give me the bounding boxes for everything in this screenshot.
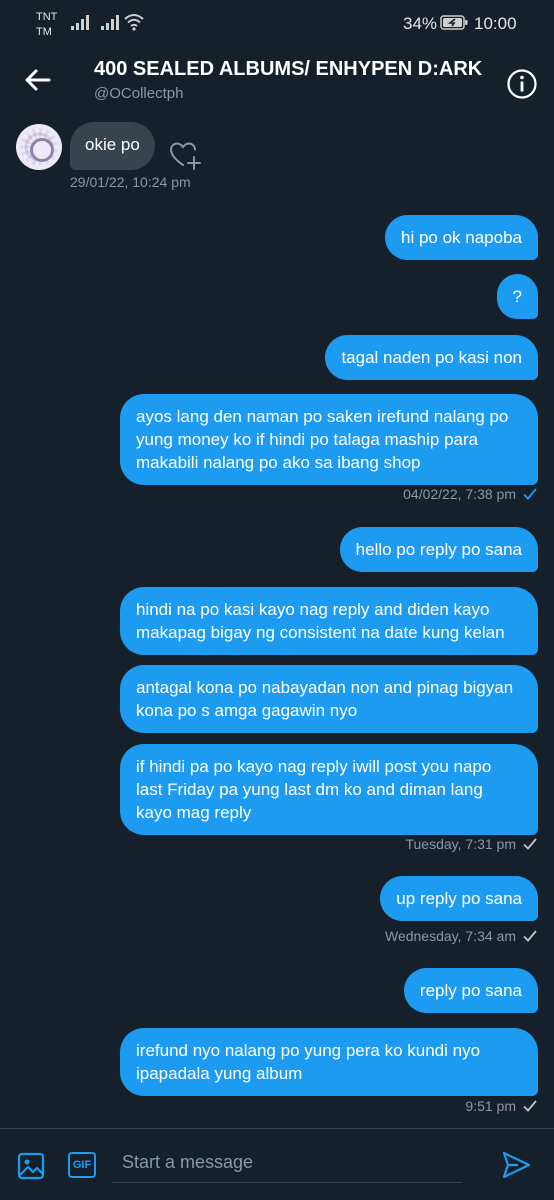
message-timestamp: Tuesday, 7:31 pm (405, 836, 516, 852)
outgoing-message-bubble[interactable]: if hindi pa po kayo nag reply iwill post… (120, 744, 538, 835)
outgoing-message-bubble[interactable]: irefund nyo nalang po yung pera ko kundi… (120, 1028, 538, 1096)
send-icon[interactable] (500, 1149, 532, 1181)
avatar[interactable] (16, 124, 62, 170)
outgoing-message-bubble[interactable]: antagal kona po nabayadan non and pinag … (120, 665, 538, 733)
back-arrow-icon[interactable] (22, 64, 54, 96)
conversation-title[interactable]: 400 SEALED ALBUMS/ ENHYPEN D:ARK (94, 58, 494, 81)
check-icon (523, 488, 537, 500)
message-timestamp: 9:51 pm (465, 1098, 516, 1114)
check-icon (523, 838, 537, 850)
carrier-line-1: TNT (36, 11, 58, 23)
status-clock: 10:00 (474, 14, 517, 33)
message-timestamp: 04/02/22, 7:38 pm (403, 486, 516, 502)
carrier-line-2: TM (36, 26, 52, 38)
outgoing-message-bubble[interactable]: hello po reply po sana (339, 527, 538, 572)
conversation-header: 400 SEALED ALBUMS/ ENHYPEN D:ARK @OColle… (0, 48, 554, 114)
check-icon (523, 1100, 537, 1112)
carrier-label: TNT TM (36, 10, 57, 40)
message-input[interactable] (112, 1143, 462, 1183)
outgoing-message-bubble[interactable]: ? (496, 274, 538, 319)
incoming-message-bubble[interactable]: okie po (70, 122, 155, 170)
message-meta: Wednesday, 7:34 am (385, 928, 538, 944)
wifi-icon (124, 14, 144, 31)
battery-percentage: 34% (403, 14, 438, 33)
gif-button[interactable]: GIF (68, 1152, 96, 1178)
signal-strength-icon-2 (101, 15, 119, 30)
check-icon (523, 930, 537, 942)
outgoing-message-bubble[interactable]: tagal naden po kasi non (325, 335, 538, 380)
outgoing-message-bubble[interactable]: ayos lang den naman po saken irefund nal… (120, 394, 538, 485)
incoming-timestamp: 29/01/22, 10:24 pm (70, 174, 191, 190)
outgoing-message-bubble[interactable]: hi po ok napoba (385, 215, 538, 260)
heart-plus-icon[interactable] (168, 140, 202, 170)
dm-conversation-screen: TNT TM 34% 10:00 400 SEALED ALBUMS/ ENHY… (0, 0, 554, 1200)
message-timestamp: Wednesday, 7:34 am (384, 928, 516, 944)
outgoing-message-bubble[interactable]: up reply po sana (380, 876, 538, 921)
info-icon[interactable] (506, 68, 538, 100)
message-meta: Tuesday, 7:31 pm (405, 836, 538, 852)
image-icon[interactable] (16, 1151, 46, 1181)
message-composer: GIF (0, 1128, 554, 1200)
signal-strength-icon (71, 15, 89, 30)
conversation-handle[interactable]: @OCollectph (94, 85, 183, 102)
outgoing-message-bubble[interactable]: reply po sana (403, 968, 538, 1013)
status-bar: TNT TM 34% 10:00 (0, 0, 554, 48)
message-meta: 04/02/22, 7:38 pm (403, 486, 538, 502)
message-meta: 9:51 pm (465, 1098, 538, 1114)
outgoing-message-bubble[interactable]: hindi na po kasi kayo nag reply and dide… (120, 587, 538, 655)
battery-icon (440, 15, 468, 30)
